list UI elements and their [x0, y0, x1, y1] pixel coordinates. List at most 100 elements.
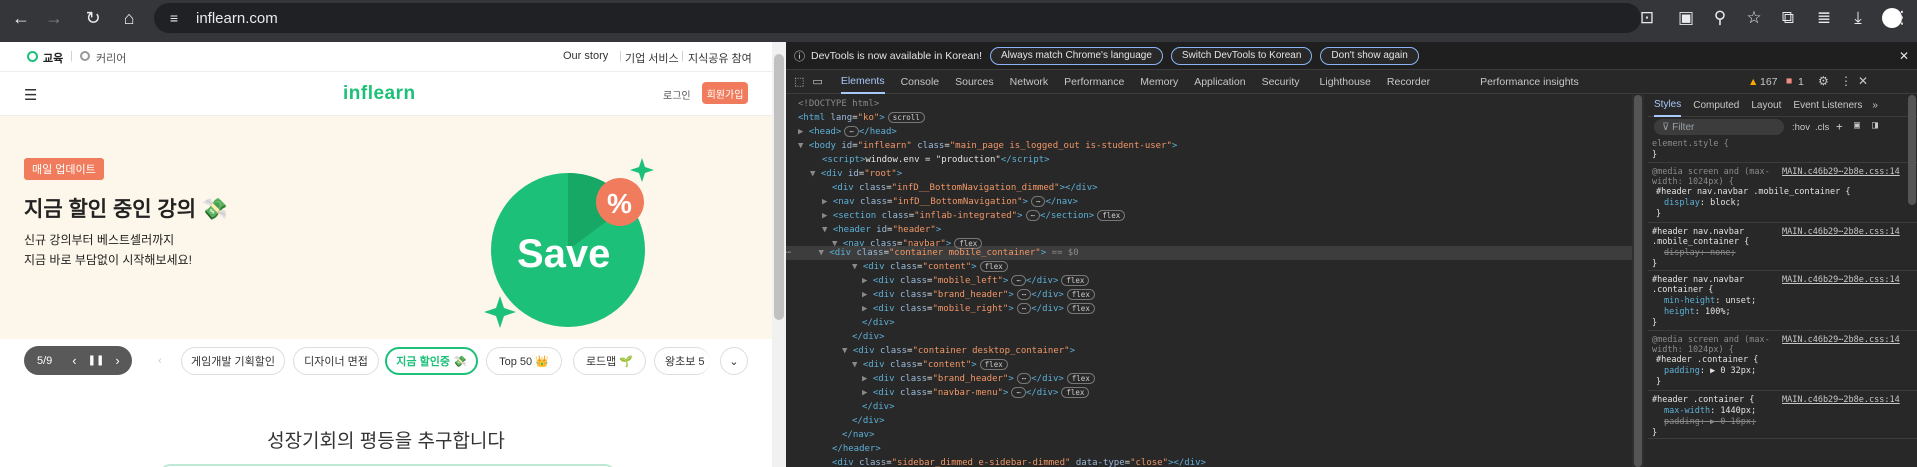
css-rule[interactable]: #header .container { MAIN.c46b29⋯2b8e.cs…: [1648, 393, 1917, 439]
css-rule[interactable]: #header nav.navbar MAIN.c46b29⋯2b8e.css:…: [1648, 273, 1917, 331]
tab-lighthouse[interactable]: Lighthouse: [1320, 70, 1371, 94]
dom-line[interactable]: ▶ <div class="mobile_right"> ⋯ </div> flex: [862, 302, 1095, 316]
chip-item[interactable]: 디자이너 면접: [293, 347, 379, 375]
menu-kebab-icon[interactable]: ⋮: [1892, 3, 1912, 33]
styles-filter-input[interactable]: ⊽ Filter: [1654, 119, 1784, 135]
signup-button[interactable]: 회원가입: [702, 82, 748, 104]
chip-item[interactable]: 왕초보 5: [654, 347, 710, 375]
dom-line[interactable]: </div>: [862, 400, 895, 414]
dom-line[interactable]: ▼ <body id="inflearn" class="main_page i…: [798, 139, 1177, 153]
match-language-button[interactable]: Always match Chrome's language: [990, 46, 1163, 65]
device-toolbar-icon[interactable]: ▭: [812, 75, 822, 88]
switch-korean-button[interactable]: Switch DevTools to Korean: [1170, 46, 1313, 65]
paint-icon[interactable]: ▣: [1854, 120, 1860, 131]
dom-line[interactable]: </div>: [862, 316, 895, 330]
tab-computed[interactable]: Computed: [1693, 95, 1739, 117]
dom-tree[interactable]: <!DOCTYPE html> <html lang="ko"> scroll ▶…: [786, 95, 1632, 467]
error-icon[interactable]: ■: [1786, 75, 1792, 87]
tab-edu[interactable]: 교육: [43, 50, 63, 66]
tab-network[interactable]: Network: [1010, 70, 1049, 94]
styles-scrollbar[interactable]: [1908, 95, 1916, 205]
tab-layout[interactable]: Layout: [1751, 95, 1781, 117]
tab-recorder[interactable]: Recorder: [1387, 70, 1430, 94]
dom-line[interactable]: ▶ <div class="mobile_left"> ⋯ </div> flex: [862, 274, 1090, 288]
chip-item[interactable]: 게임개발 기획할인: [181, 347, 285, 375]
close-icon[interactable]: ✕: [1899, 49, 1909, 63]
dom-line[interactable]: </div>: [852, 414, 885, 428]
dom-line[interactable]: ▶ <div class="brand_header"> ⋯ </div> flex: [862, 372, 1095, 386]
tab-memory[interactable]: Memory: [1140, 70, 1178, 94]
dom-line[interactable]: ▼ <div class="content"> flex: [852, 358, 1008, 372]
dom-line-selected[interactable]: ⋯ ▼ <div class="container mobile_contain…: [786, 246, 1079, 260]
enterprise-link[interactable]: 기업 서비스: [625, 50, 679, 66]
inflearn-logo[interactable]: inflearn: [343, 83, 416, 105]
knowledge-link[interactable]: 지식공유 참여: [688, 50, 752, 66]
rule-source[interactable]: MAIN.c46b29⋯2b8e.css:14: [1782, 395, 1900, 406]
tab-styles[interactable]: Styles: [1654, 95, 1682, 117]
hov-toggle[interactable]: :hov: [1792, 122, 1810, 133]
dom-scrollbar[interactable]: [1632, 95, 1644, 467]
zoom-icon[interactable]: ⚲: [1705, 3, 1735, 33]
tab-performance-insights[interactable]: Performance insights: [1480, 70, 1579, 94]
dom-line[interactable]: <!DOCTYPE html>: [798, 97, 879, 111]
close-devtools-icon[interactable]: ✕: [1858, 74, 1868, 88]
page-scrollbar[interactable]: [772, 42, 786, 467]
dom-line[interactable]: <html lang="ko"> scroll: [798, 111, 925, 125]
dom-line[interactable]: ▼ <div class="container desktop_containe…: [842, 344, 1075, 358]
install-app-icon[interactable]: ⊡: [1633, 3, 1661, 33]
tab-application[interactable]: Application: [1194, 70, 1245, 94]
css-rule[interactable]: #header nav.navbar MAIN.c46b29⋯2b8e.css:…: [1648, 225, 1917, 271]
menu-search-icon[interactable]: ☰: [24, 86, 37, 104]
more-options-icon[interactable]: ⋮: [1840, 74, 1852, 88]
dom-line[interactable]: ▶ <div class="brand_header"> ⋯ </div> flex: [862, 288, 1095, 302]
chip-scroll-left[interactable]: ‹: [146, 347, 174, 375]
chip-item[interactable]: 로드맵 🌱: [573, 347, 646, 375]
next-icon[interactable]: ›: [115, 353, 119, 368]
rule-source[interactable]: MAIN.c46b29⋯2b8e.css:14: [1782, 335, 1900, 346]
our-story-link[interactable]: Our story: [563, 50, 608, 62]
css-rule[interactable]: element.style { }: [1648, 137, 1917, 163]
login-link[interactable]: 로그인: [663, 87, 691, 102]
reload-icon[interactable]: ↻: [78, 3, 108, 33]
dom-line[interactable]: ▶ <section class="inflab-integrated"> ⋯ </…: [822, 209, 1126, 223]
new-rule-icon[interactable]: +: [1836, 120, 1843, 133]
tab-sources[interactable]: Sources: [955, 70, 994, 94]
tab-performance[interactable]: Performance: [1064, 70, 1124, 94]
site-info-icon[interactable]: ≡: [166, 10, 182, 26]
sidebar-toggle-icon[interactable]: ◨: [1872, 120, 1878, 131]
prev-icon[interactable]: ‹: [72, 353, 76, 368]
dom-line[interactable]: <script>window.env = "production"</scrip…: [822, 153, 1050, 167]
tab-console[interactable]: Console: [901, 70, 940, 94]
bookmark-star-icon[interactable]: ☆: [1739, 3, 1769, 33]
dom-line[interactable]: ▶ <div class="navbar-menu"> ⋯ </div> flex: [862, 386, 1090, 400]
css-rule[interactable]: @media screen and (max- MAIN.c46b29⋯2b8e…: [1648, 165, 1917, 223]
address-bar[interactable]: ≡ inflearn.com ⊡: [154, 3, 1654, 33]
dom-line[interactable]: </div>: [852, 330, 885, 344]
more-tabs-icon[interactable]: »: [1872, 100, 1878, 111]
inspect-icon[interactable]: ⬚: [794, 75, 804, 88]
download-icon[interactable]: ⤓: [1843, 3, 1873, 33]
pause-icon[interactable]: ❚❚: [88, 355, 105, 366]
warning-icon[interactable]: ▲: [1748, 76, 1758, 88]
rule-source[interactable]: MAIN.c46b29⋯2b8e.css:14: [1782, 227, 1900, 238]
dom-line[interactable]: <div class="sidebar_dimmed e-sidebar-dim…: [832, 456, 1206, 467]
dom-line[interactable]: ▶ <nav class="infD__BottomNavigation"> ⋯ <…: [822, 195, 1078, 209]
tab-career[interactable]: 커리어: [96, 50, 126, 66]
cast-icon[interactable]: ▣: [1671, 3, 1701, 33]
reading-list-icon[interactable]: ≣: [1809, 3, 1839, 33]
settings-gear-icon[interactable]: ⚙: [1818, 74, 1829, 88]
dom-line[interactable]: ▼ <header id="header">: [822, 223, 941, 237]
back-icon[interactable]: ←: [6, 3, 36, 33]
cls-toggle[interactable]: .cls: [1815, 122, 1829, 133]
dom-line[interactable]: </nav>: [842, 428, 875, 442]
forward-icon[interactable]: →: [39, 3, 69, 33]
tab-security[interactable]: Security: [1262, 70, 1300, 94]
dom-line[interactable]: ▶ <head> ⋯ </head>: [798, 125, 897, 139]
dont-show-button[interactable]: Don't show again: [1320, 46, 1419, 65]
rule-source[interactable]: MAIN.c46b29⋯2b8e.css:14: [1782, 275, 1900, 286]
extensions-icon[interactable]: ⧉: [1773, 3, 1803, 33]
tab-event-listeners[interactable]: Event Listeners: [1793, 95, 1862, 117]
chip-item[interactable]: Top 50 👑: [486, 347, 562, 375]
chip-item-active[interactable]: 지금 할인중 💸: [385, 347, 478, 375]
dom-line[interactable]: ▼ <div class="content"> flex: [852, 260, 1008, 274]
